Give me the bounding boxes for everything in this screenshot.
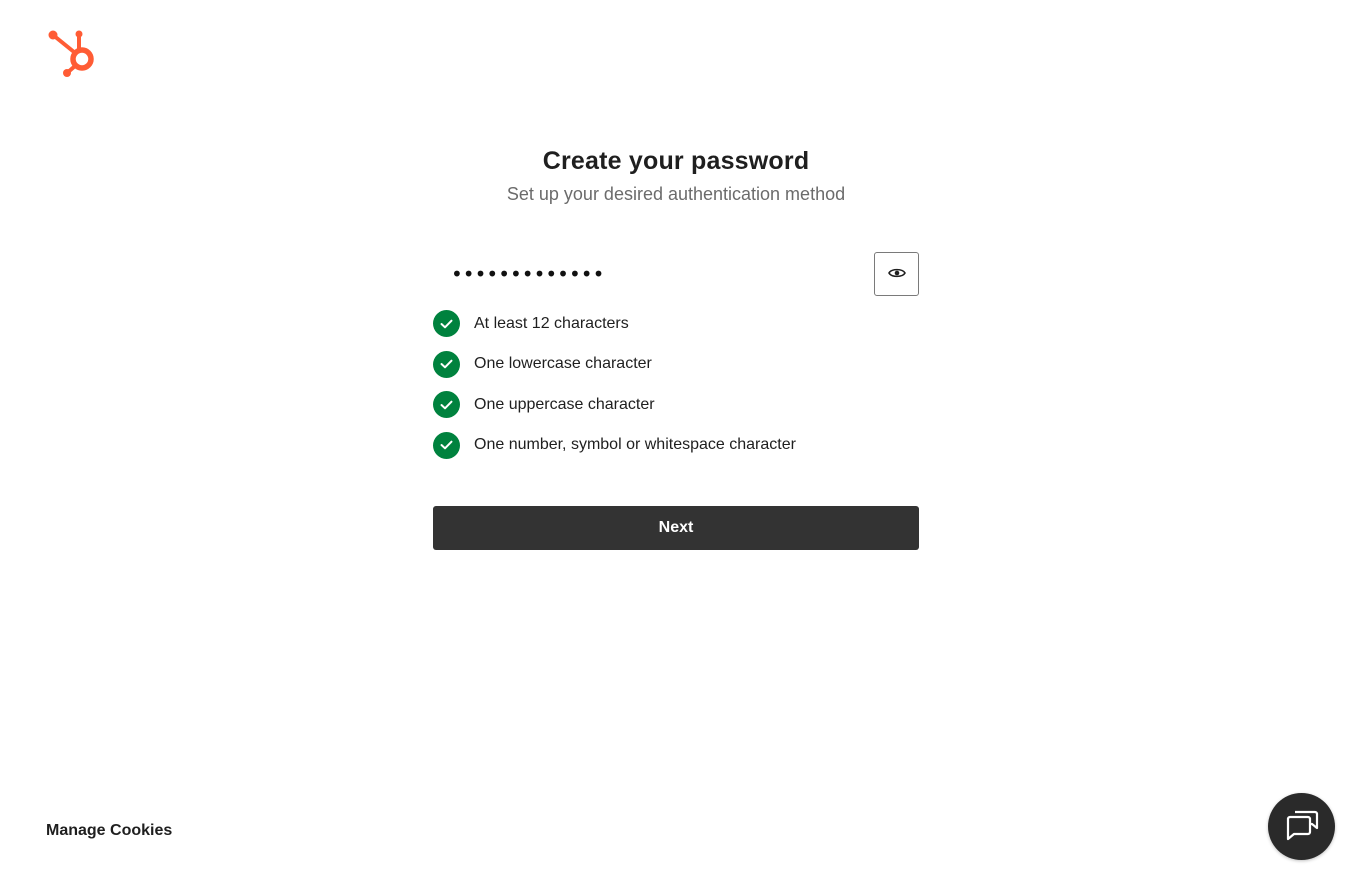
page-subtitle: Set up your desired authentication metho… (506, 184, 846, 204)
requirement-label: One number, symbol or whitespace charact… (474, 436, 796, 453)
requirement-label: One lowercase character (474, 355, 652, 372)
check-icon (433, 431, 460, 459)
eye-icon (887, 267, 906, 282)
requirement-number-symbol: One number, symbol or whitespace charact… (433, 431, 919, 459)
requirement-min-length: At least 12 characters (433, 310, 919, 337)
password-card: Create your password Set up your desired… (433, 140, 919, 550)
requirement-lowercase: One lowercase character (433, 350, 919, 378)
requirement-label: At least 12 characters (474, 314, 629, 332)
check-icon (433, 391, 460, 418)
next-button[interactable]: Next (433, 505, 919, 550)
hubspot-logo-icon[interactable] (46, 28, 98, 80)
page: Create your password Set up your desired… (0, 0, 1352, 878)
password-requirements-list: At least 12 characters One lowercase cha… (433, 310, 919, 459)
password-row (433, 252, 919, 296)
chat-bubbles-icon (1285, 809, 1319, 844)
check-icon (433, 310, 460, 337)
chat-launcher-button[interactable] (1268, 793, 1335, 860)
show-password-button[interactable] (874, 252, 919, 296)
check-icon (433, 350, 460, 378)
requirement-label: One uppercase character (474, 395, 655, 413)
requirement-uppercase: One uppercase character (433, 391, 919, 418)
manage-cookies-link[interactable]: Manage Cookies (46, 822, 172, 840)
password-input[interactable] (433, 252, 863, 296)
page-title: Create your password (542, 147, 810, 175)
